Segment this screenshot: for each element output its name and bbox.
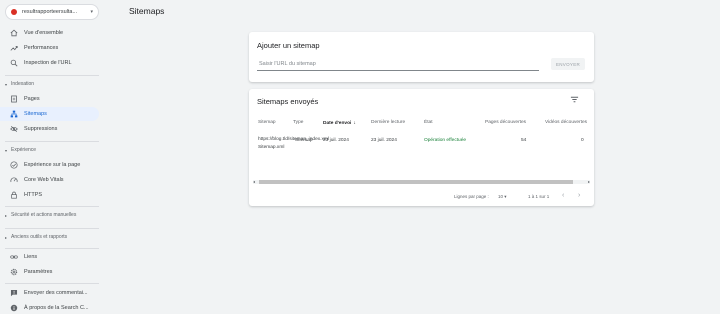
rows-per-page-value: 10 (498, 194, 504, 199)
scroll-right-icon[interactable]: ▸ (588, 179, 590, 184)
divider (5, 75, 99, 76)
search-icon (9, 59, 18, 68)
eye-off-icon (9, 125, 18, 134)
home-icon (9, 29, 18, 38)
cell-videos: 0 (581, 138, 584, 143)
sidebar-item-sitemaps[interactable]: Sitemaps (0, 107, 99, 121)
lock-icon (9, 191, 18, 200)
sidebar-item-overview[interactable]: Vue d'ensemble (0, 26, 99, 40)
speed-icon (9, 176, 18, 185)
submit-button[interactable]: ENVOYER (551, 58, 585, 70)
caret-right-icon: ▸ (5, 234, 8, 240)
sidebar: resultrapporteersulta... ▾ Vue d'ensembl… (0, 0, 104, 314)
column-header-pages[interactable]: Pages découvertes (485, 120, 526, 125)
sidebar-item-core-web-vitals[interactable]: Core Web Vitals (0, 173, 99, 187)
cell-status: Opération effectuée (424, 138, 467, 143)
property-selector[interactable]: resultrapporteersulta... ▾ (5, 4, 99, 20)
sitemap-icon (9, 110, 18, 119)
section-legacy-header[interactable]: ▸ Anciens outils et rapports (5, 233, 67, 241)
cell-pages: 54 (521, 138, 527, 143)
column-header-submitted-label: Date d'envoi (323, 121, 352, 126)
scroll-left-icon[interactable]: ◂ (253, 179, 255, 184)
divider (5, 141, 99, 142)
column-header-videos[interactable]: Vidéos découvertes (545, 120, 587, 125)
sitemap-url-input[interactable] (257, 58, 539, 71)
caret-down-icon: ▾ (5, 81, 8, 87)
caret-down-icon: ▾ (504, 194, 507, 199)
column-header-sitemap[interactable]: Sitemap (258, 120, 276, 125)
pages-icon (9, 95, 18, 104)
divider (5, 283, 99, 284)
sidebar-item-pages[interactable]: Pages (0, 92, 99, 106)
filter-icon[interactable] (570, 95, 579, 104)
pagination-range: 1 à 1 sur 1 (528, 194, 550, 199)
property-favicon-icon (11, 9, 17, 15)
property-name: resultrapporteersulta... (22, 9, 78, 15)
rows-per-page-label: Lignes par page : (454, 194, 489, 199)
cell-submitted-date: 23 juil. 2024 (323, 138, 349, 143)
divider (5, 228, 99, 229)
column-header-status[interactable]: État (424, 120, 433, 125)
submitted-sitemaps-card: Sitemaps envoyés Sitemap Type Date d'env… (249, 89, 594, 206)
cell-type: Sitemap (295, 138, 313, 143)
sidebar-item-removals[interactable]: Suppressions (0, 122, 99, 136)
horizontal-scrollbar[interactable]: ◂ ▸ (253, 179, 590, 184)
sidebar-item-settings[interactable]: Paramètres (0, 265, 99, 279)
column-header-submitted[interactable]: Date d'envoi ↓ (323, 120, 356, 126)
trending-up-icon (9, 44, 18, 53)
sidebar-item-links[interactable]: Liens (0, 250, 99, 264)
prev-page-button[interactable]: ‹ (562, 192, 564, 199)
sidebar-item-about[interactable]: À propos de la Search C... (0, 301, 99, 314)
sort-descending-icon: ↓ (353, 120, 356, 126)
section-security-header[interactable]: ▸ Sécurité et actions manuelles (5, 211, 76, 219)
page-title: Sitemaps (129, 6, 165, 16)
rows-per-page-select[interactable]: 10 ▾ (498, 194, 507, 200)
section-indexation-header[interactable]: ▾ Indexation (5, 80, 34, 88)
sidebar-item-https[interactable]: HTTPS (0, 188, 99, 202)
add-sitemap-title: Ajouter un sitemap (257, 41, 320, 50)
links-icon (9, 253, 18, 262)
scrollbar-thumb[interactable] (259, 180, 573, 184)
sidebar-item-performance[interactable]: Performances (0, 41, 99, 55)
section-experience-header[interactable]: ▾ Expérience (5, 146, 36, 154)
cell-last-read: 23 juil. 2024 (371, 138, 397, 143)
sidebar-item-feedback[interactable]: Envoyer des commentai... (0, 286, 99, 300)
column-header-last-read[interactable]: Dernière lecture (371, 120, 405, 125)
chevron-down-icon: ▾ (90, 9, 93, 15)
caret-down-icon: ▾ (5, 147, 8, 153)
feedback-icon (9, 289, 18, 298)
page-experience-icon (9, 161, 18, 170)
divider (5, 206, 99, 207)
info-icon (9, 304, 18, 313)
add-sitemap-card: Ajouter un sitemap ENVOYER (249, 32, 594, 82)
caret-right-icon: ▸ (5, 212, 8, 218)
column-header-type[interactable]: Type (293, 120, 303, 125)
divider (5, 248, 99, 249)
next-page-button[interactable]: › (578, 192, 580, 199)
sidebar-item-page-experience[interactable]: Expérience sur la page (0, 158, 99, 172)
sidebar-item-url-inspection[interactable]: Inspection de l'URL (0, 56, 99, 70)
submitted-sitemaps-title: Sitemaps envoyés (257, 97, 319, 106)
cell-sitemap-url[interactable]: https://blog.tld/sitemap_index.xml Sitem… (258, 136, 329, 152)
gear-icon (9, 268, 18, 277)
